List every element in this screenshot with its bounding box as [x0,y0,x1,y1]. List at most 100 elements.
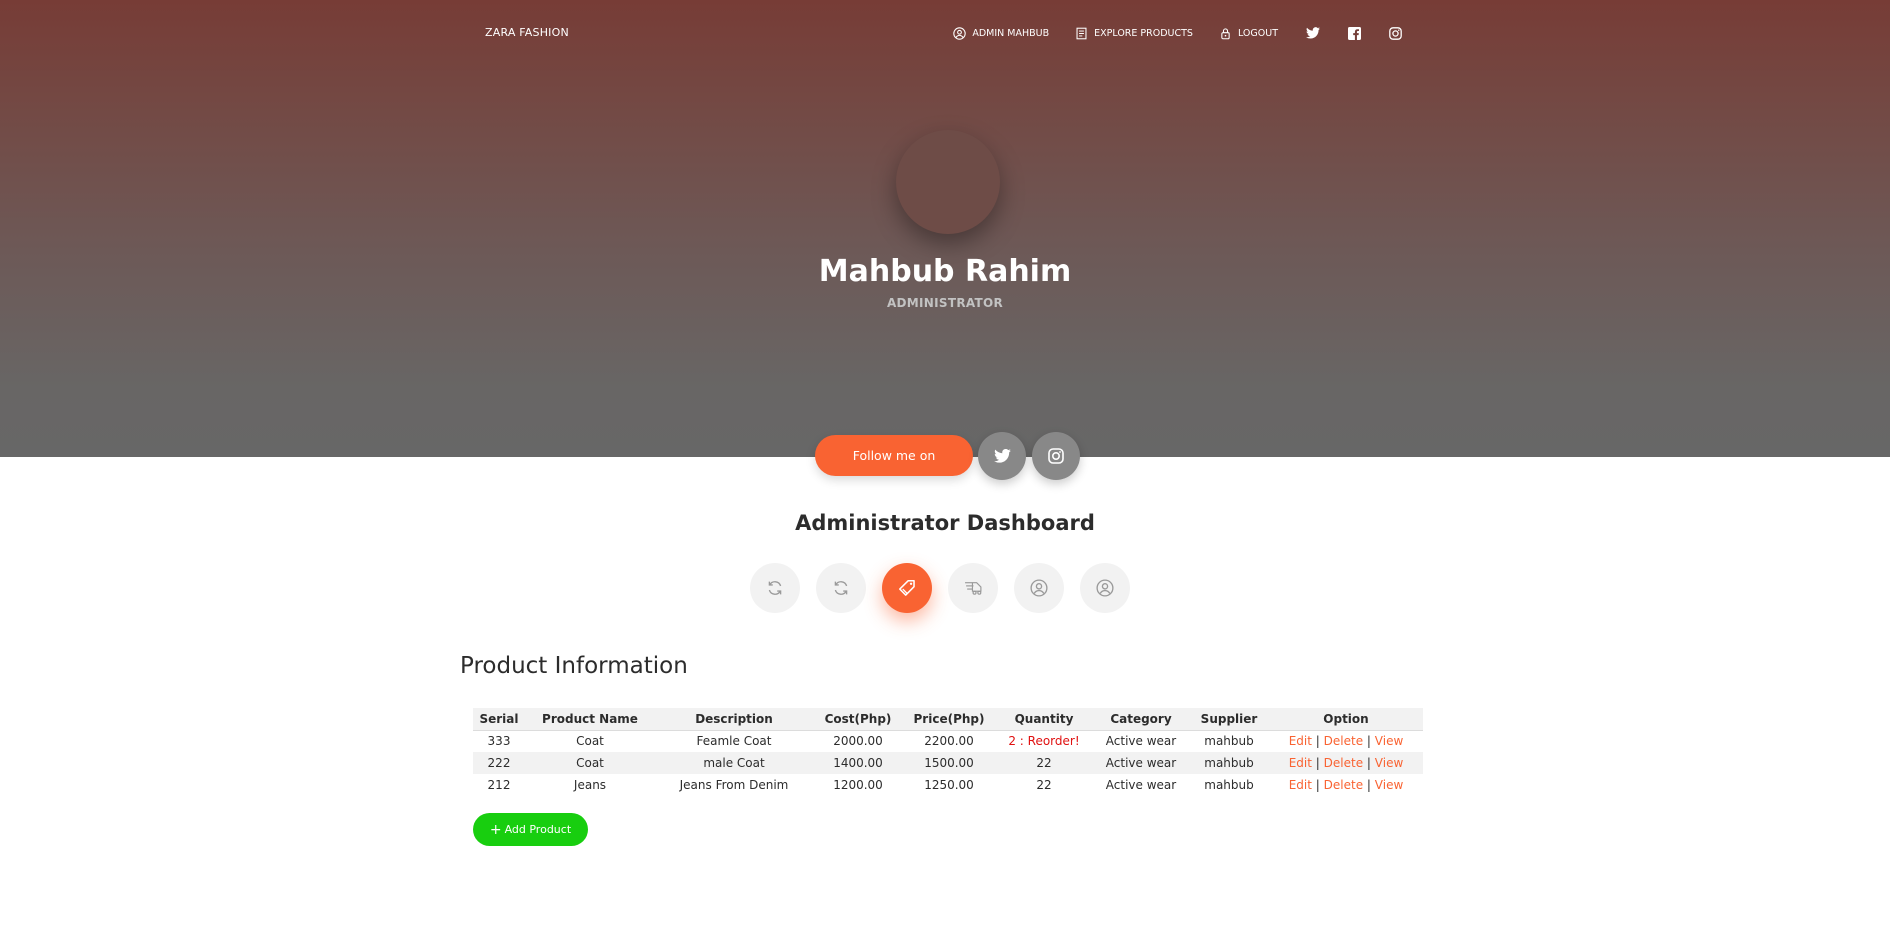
delete-link[interactable]: Delete [1324,756,1363,770]
column-header: Quantity [995,708,1093,731]
document-icon [1076,27,1087,39]
nav-social-facebook[interactable] [1348,22,1361,44]
cell-category: Active wear [1105,778,1177,792]
nav-items: ADMIN MAHBUB EXPLORE PRODUCTS LOGOUT [927,22,1402,44]
tab-delivery[interactable] [948,563,998,613]
refresh-icon [834,581,848,595]
tab-user-1[interactable] [1014,563,1064,613]
cell-description: Feamle Coat [696,734,772,749]
cell-serial: 222 [473,752,525,774]
column-header: Supplier [1189,708,1269,731]
table-row: 212 Jeans Jeans From Denim 1200.00 1250.… [473,774,1423,796]
cell-quantity: 22 [1036,778,1052,792]
nav-link-logout[interactable]: LOGOUT [1219,22,1278,44]
cell-price: 1250.00 [924,778,974,792]
brand-logo[interactable]: ZARA FASHION [485,26,569,39]
view-link[interactable]: View [1375,756,1403,770]
profile-role: ADMINISTRATOR [886,296,1004,310]
cell-cost: 1200.00 [833,778,883,792]
nav-link-label: EXPLORE PRODUCTS [1094,27,1193,39]
table-row: 333 Coat Feamle Coat 2000.00 2200.00 2 :… [473,730,1423,752]
cell-options: Edit | Delete | View [1269,774,1423,796]
avatar [896,130,1000,234]
cell-name: Jeans [573,778,607,792]
option-separator: | [1366,734,1371,749]
view-link[interactable]: View [1375,778,1403,792]
cell-supplier: mahbub [1204,734,1254,749]
option-separator: | [1315,734,1320,749]
option-separator: | [1366,756,1371,770]
products-table: Serial Product Name Description Cost(Php… [473,708,1423,796]
tab-products[interactable] [882,563,932,613]
delivery-icon [964,582,981,595]
edit-link[interactable]: Edit [1289,756,1312,770]
cell-cost: 1400.00 [813,752,903,774]
instagram-icon [1389,26,1402,40]
navbar: ZARA FASHION ADMIN MAHBUB EXPLORE PRODUC… [0,0,1890,66]
add-product-label: Add Product [504,823,572,836]
cell-serial: 333 [487,734,511,749]
nav-social-instagram[interactable] [1389,22,1402,44]
column-header: Category [1093,708,1189,731]
cell-supplier: mahbub [1189,752,1269,774]
column-header: Product Name [525,708,655,731]
cell-options: Edit | Delete | View [1269,730,1423,752]
cell-cost: 2000.00 [833,734,883,749]
nav-link-explore[interactable]: EXPLORE PRODUCTS [1075,22,1193,44]
nav-social-twitter[interactable] [1306,22,1320,44]
column-header: Cost(Php) [813,708,903,731]
cell-description: male Coat [655,752,813,774]
user-circle-icon [953,26,967,40]
cell-supplier: mahbub [1204,778,1254,792]
column-header: Description [655,708,813,731]
cell-category: Active wear [1105,734,1177,749]
follow-button[interactable]: Follow me on [815,435,973,476]
column-header: Option [1269,708,1423,731]
column-header: Serial [473,708,525,731]
user-circle-icon [1030,579,1048,597]
option-separator: | [1366,778,1371,792]
cell-quantity: 2 : Reorder! [1008,734,1080,749]
delete-link[interactable]: Delete [1324,734,1363,748]
cell-serial: 212 [487,778,511,792]
table-header-row: Serial Product Name Description Cost(Php… [473,708,1423,731]
profile-name: Mahbub Rahim [818,254,1072,289]
cell-description: Jeans From Denim [679,778,789,792]
user-circle-icon [1096,579,1114,597]
follow-instagram-button[interactable] [1032,432,1080,480]
twitter-icon [993,449,1011,463]
add-product-button[interactable]: + Add Product [473,813,588,846]
table-row: 222 Coat male Coat 1400.00 1500.00 22 Ac… [473,752,1423,774]
twitter-icon [1306,27,1320,39]
tag-icon [898,579,915,596]
edit-link[interactable]: Edit [1289,734,1312,748]
plus-icon: + [489,821,502,838]
cell-name: Coat [576,734,604,749]
column-header: Price(Php) [903,708,995,731]
refresh-icon [768,581,782,595]
cell-category: Active wear [1093,752,1189,774]
dashboard-tabs [750,563,1130,613]
nav-link-label: LOGOUT [1237,27,1278,39]
cell-price: 2200.00 [924,734,974,749]
tab-refresh-2[interactable] [816,563,866,613]
edit-link[interactable]: Edit [1289,778,1312,792]
dashboard-title: Administrator Dashboard [795,511,1095,535]
section-title: Product Information [460,653,688,679]
option-separator: | [1315,778,1320,792]
cell-options: Edit | Delete | View [1269,752,1423,774]
cell-price: 1500.00 [903,752,995,774]
follow-twitter-button[interactable] [978,432,1026,480]
tab-user-2[interactable] [1080,563,1130,613]
view-link[interactable]: View [1375,734,1403,748]
cell-quantity: 22 [995,752,1093,774]
lock-icon [1221,27,1230,39]
tab-refresh-1[interactable] [750,563,800,613]
nav-link-admin[interactable]: ADMIN MAHBUB [953,22,1049,44]
instagram-icon [1048,448,1064,464]
nav-link-label: ADMIN MAHBUB [972,27,1050,39]
cell-name: Coat [525,752,655,774]
facebook-icon [1348,26,1361,40]
delete-link[interactable]: Delete [1324,778,1363,792]
option-separator: | [1315,756,1320,770]
